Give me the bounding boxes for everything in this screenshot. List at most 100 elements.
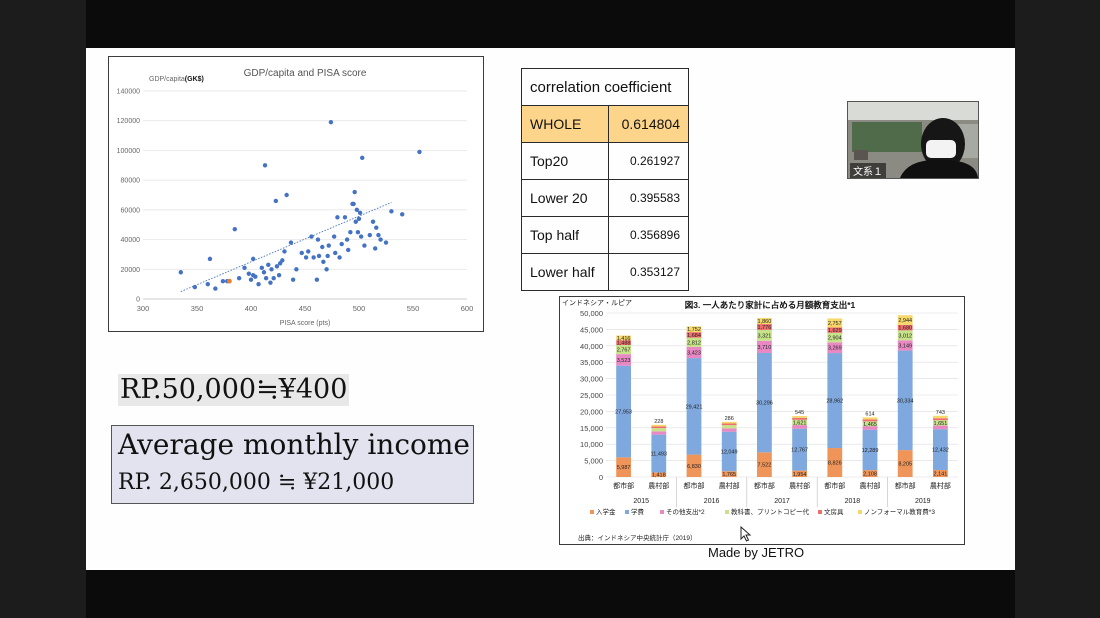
bar-value-label: 2,767 xyxy=(617,348,631,354)
legend-swatch xyxy=(625,510,629,514)
data-point xyxy=(328,120,334,125)
table-row: WHOLE 0.614804 xyxy=(521,105,689,143)
bar-value-label: 2,904 xyxy=(828,336,842,342)
x-tick-label: 300 xyxy=(137,304,150,313)
y-tick-label: 80000 xyxy=(121,178,141,185)
x-tick-label: 550 xyxy=(407,304,420,313)
y-tick-label: 5,000 xyxy=(584,457,603,466)
x-tick-label: 450 xyxy=(299,304,312,313)
bar-value-label: 12,289 xyxy=(862,448,879,454)
data-point xyxy=(207,256,213,262)
bar-value-label: 28,962 xyxy=(826,399,843,405)
data-point xyxy=(326,243,331,248)
y-tick-label: 35,000 xyxy=(580,358,603,367)
data-point xyxy=(242,265,247,270)
income-box: Average monthly income RP. 2,650,000 ≒ ¥… xyxy=(111,425,474,504)
bar-value-label: 1,629 xyxy=(828,328,842,334)
data-point xyxy=(250,256,256,262)
bar-segment xyxy=(792,417,807,420)
bar-value-label: 1,418 xyxy=(652,473,666,479)
scatter-chart: GDP/capita and PISA score GDP/capita(GK$… xyxy=(117,68,474,327)
data-point xyxy=(269,267,274,272)
data-point xyxy=(303,255,309,260)
webcam-name-label: 文系１ xyxy=(850,163,886,178)
row-value: 0.614804 xyxy=(608,105,689,143)
bar-segment xyxy=(933,418,948,421)
data-point xyxy=(276,273,282,278)
data-point xyxy=(314,277,320,282)
legend-swatch xyxy=(590,510,594,514)
webcam-video[interactable]: 文系１ xyxy=(847,101,979,179)
data-point xyxy=(417,149,422,155)
bar-segment xyxy=(651,428,667,432)
legend-swatch xyxy=(660,510,664,514)
bar-value-label: 1,465 xyxy=(863,422,877,428)
data-point xyxy=(353,219,358,224)
bar-total-label: 743 xyxy=(936,410,945,416)
bar-value-label: 8,826 xyxy=(828,461,842,467)
data-point xyxy=(316,253,322,259)
y-tick-label: 30,000 xyxy=(580,375,603,384)
bar-value-label: 2,944 xyxy=(898,318,912,324)
bar-segment xyxy=(933,415,948,419)
data-point xyxy=(311,255,316,260)
bar-value-label: 2,812 xyxy=(687,340,701,346)
data-point xyxy=(246,271,252,276)
table-row: Lower half 0.353127 xyxy=(521,253,689,291)
bar-value-label: 1,651 xyxy=(934,421,948,427)
highlight-data-point xyxy=(227,278,232,284)
y-tick-label: 10,000 xyxy=(580,440,603,449)
y-tick-label: 20,000 xyxy=(580,407,603,416)
bar-chart-panel: インドネシア・ルピア 図3. 一人あたり家計に占める月額教育支出*1 0 5,00… xyxy=(559,296,965,545)
bar-value-label: 1,776 xyxy=(758,325,772,331)
bar-segment xyxy=(792,416,807,418)
bar-value-label: 1,860 xyxy=(758,319,772,325)
bar-chart: インドネシア・ルピア 図3. 一人あたり家計に占める月額教育支出*1 0 5,00… xyxy=(562,299,958,542)
bar-value-label: 12,049 xyxy=(721,449,738,455)
data-point xyxy=(232,226,237,232)
data-point xyxy=(280,258,285,263)
data-point xyxy=(348,229,353,235)
bar-segment xyxy=(721,428,737,432)
x-tick-label: 350 xyxy=(191,304,204,313)
data-point xyxy=(290,277,296,282)
bar-total-label: 545 xyxy=(795,410,804,416)
legend-swatch xyxy=(818,510,822,514)
y-tick-label: 20000 xyxy=(121,267,141,274)
bar-segment xyxy=(651,424,667,427)
data-point xyxy=(321,259,326,265)
x-category-label: 農村部 xyxy=(860,481,881,490)
right-letterbox xyxy=(1015,0,1100,618)
y-tick-label: 45,000 xyxy=(580,325,603,334)
data-point xyxy=(273,198,279,204)
bar-value-label: 6,830 xyxy=(687,464,701,470)
bar-segment xyxy=(721,423,737,426)
bar-value-label: 1,752 xyxy=(687,327,701,333)
x-year-label: 2019 xyxy=(915,498,931,505)
bar-value-label: 3,321 xyxy=(758,333,772,339)
x-category-label: 都市部 xyxy=(824,481,845,490)
bar-value-label: 3,149 xyxy=(898,343,912,349)
data-point xyxy=(333,250,338,256)
exchange-rate-text: RP.50,000≒¥400 xyxy=(118,374,350,406)
data-point xyxy=(192,284,198,290)
bar-value-label: 3,710 xyxy=(758,345,772,351)
data-point xyxy=(299,250,304,256)
y-tick-label: 25,000 xyxy=(580,391,603,400)
bar-value-label: 3,523 xyxy=(617,358,631,364)
data-point xyxy=(376,232,381,238)
bar-value-label: 1,765 xyxy=(722,472,736,478)
data-point xyxy=(282,249,287,254)
bar-value-label: 3,423 xyxy=(687,350,701,356)
y-tick-label: 0 xyxy=(136,297,140,304)
data-point xyxy=(253,274,258,279)
bar-value-label: 1,680 xyxy=(898,326,912,332)
y-tick-label: 15,000 xyxy=(580,424,603,433)
row-value: 0.395583 xyxy=(608,179,689,217)
data-point xyxy=(315,237,321,242)
x-category-label: 農村部 xyxy=(648,481,669,490)
mouse-cursor-icon xyxy=(740,526,752,542)
data-point xyxy=(309,234,314,239)
scatter-chart-panel: GDP/capita and PISA score GDP/capita(GK$… xyxy=(108,56,484,332)
data-point xyxy=(373,246,378,251)
